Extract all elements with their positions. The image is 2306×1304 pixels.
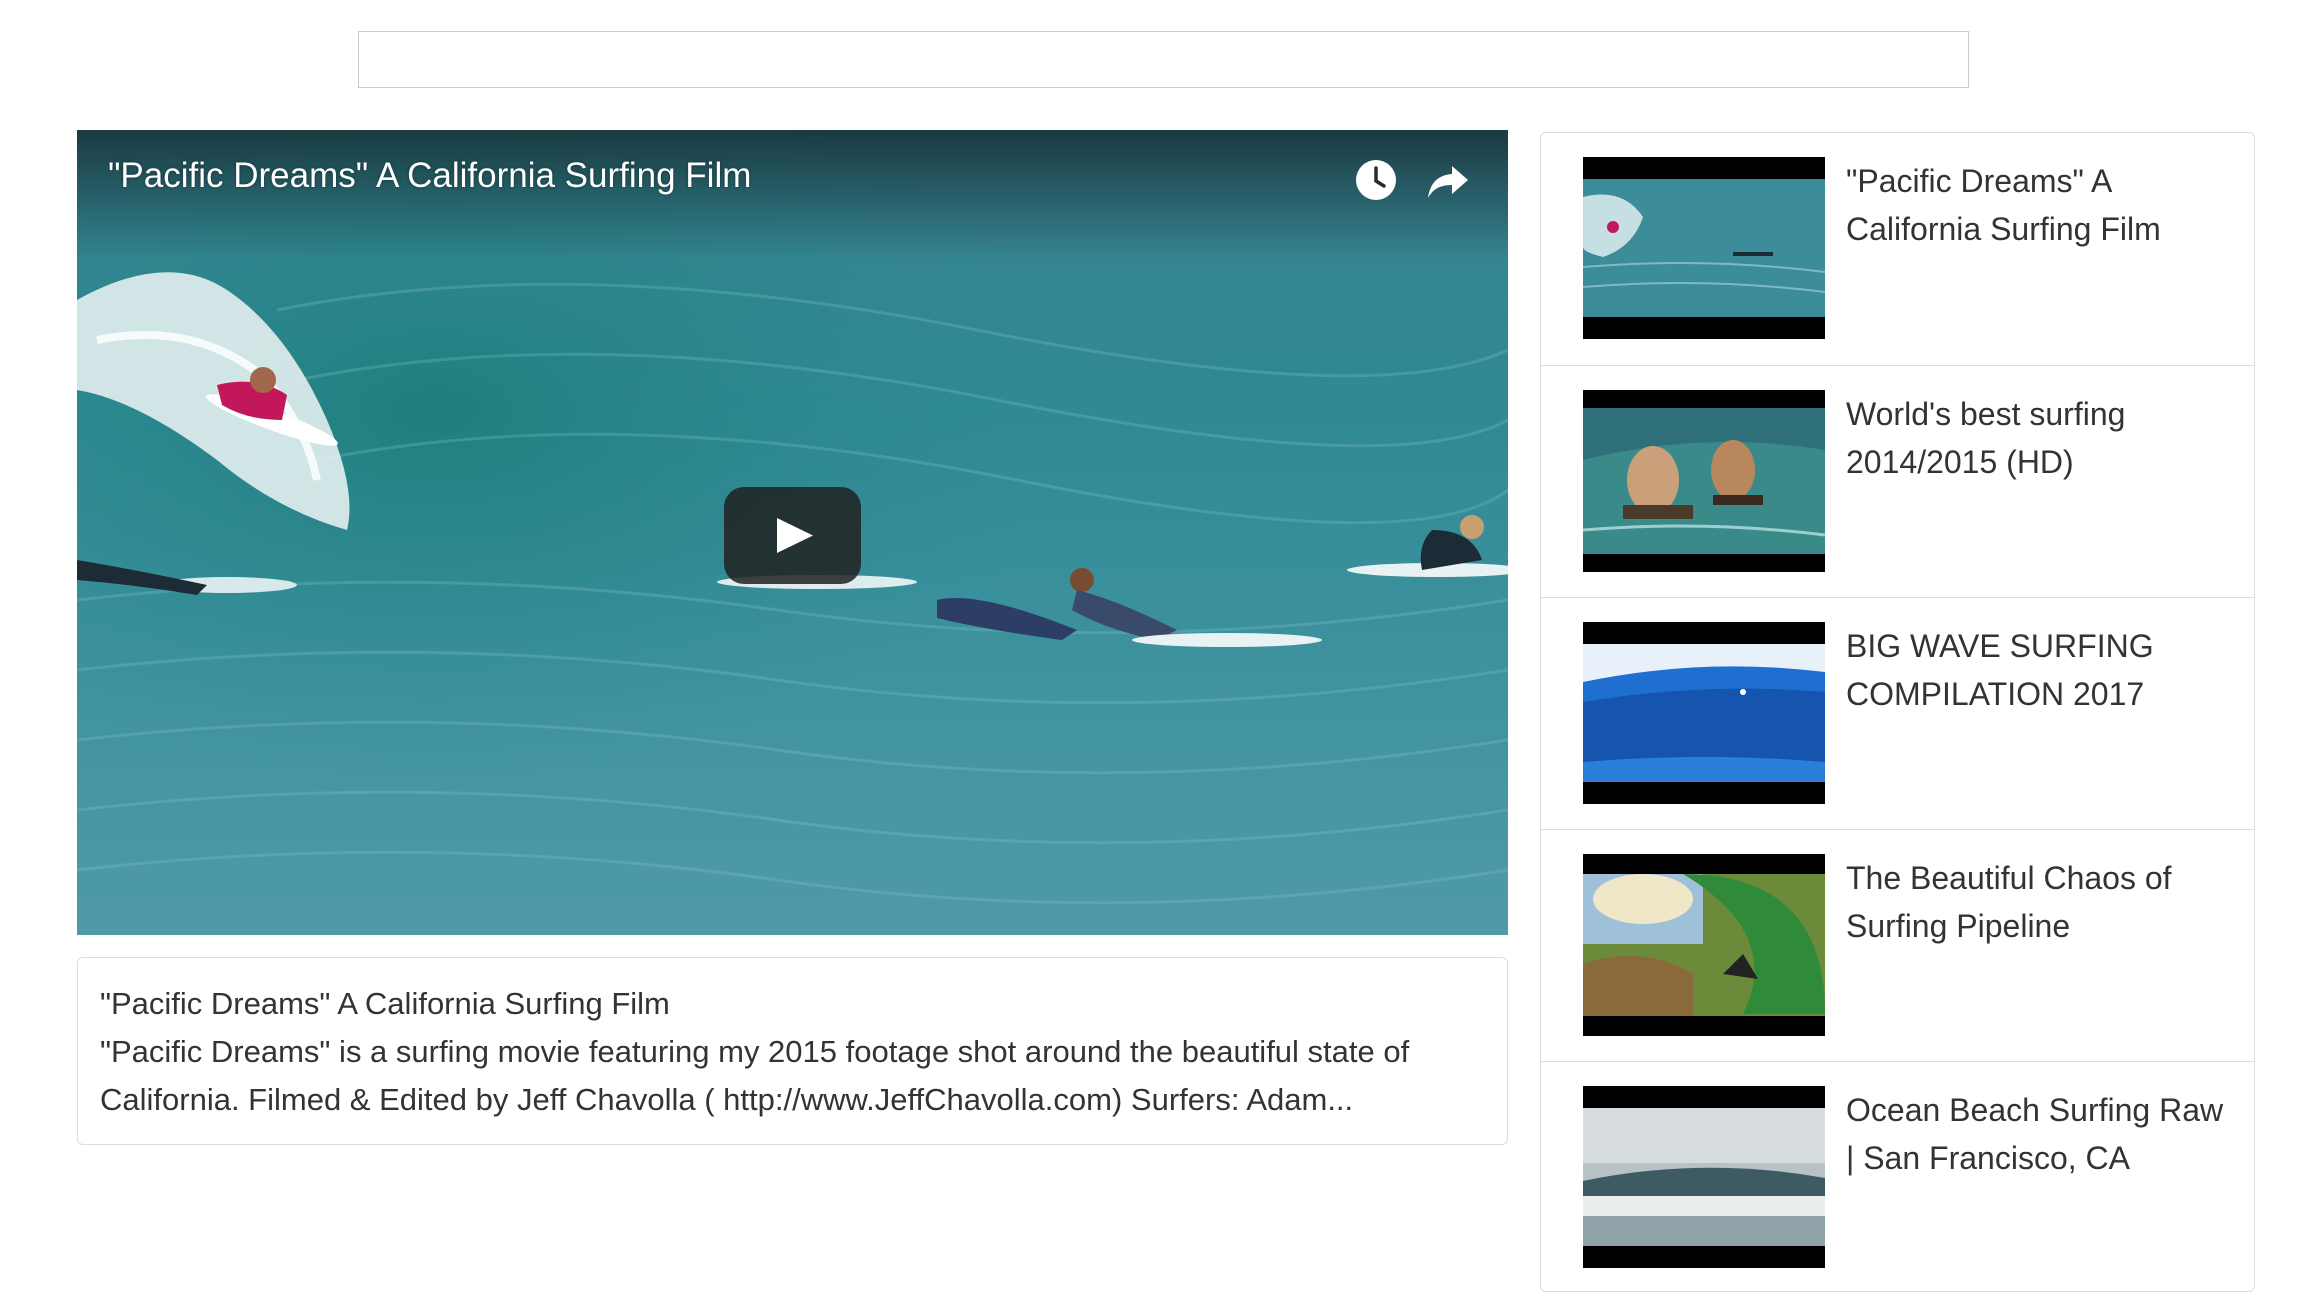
video-item-title[interactable]: BIG WAVE SURFING COMPILATION 2017 <box>1846 622 2226 718</box>
video-thumbnail[interactable] <box>1583 157 1825 339</box>
share-arrow-icon[interactable] <box>1424 156 1472 204</box>
video-thumbnail[interactable] <box>1583 390 1825 572</box>
play-icon <box>777 518 813 553</box>
video-thumbnail[interactable] <box>1583 854 1825 1036</box>
list-item[interactable]: "Pacific Dreams" A California Surfing Fi… <box>1541 133 2254 365</box>
video-player[interactable]: "Pacific Dreams" A California Surfing Fi… <box>77 130 1508 935</box>
play-button[interactable] <box>724 487 861 584</box>
video-item-title[interactable]: "Pacific Dreams" A California Surfing Fi… <box>1846 157 2226 253</box>
video-thumbnail[interactable] <box>1583 622 1825 804</box>
search-input[interactable] <box>358 31 1969 88</box>
video-thumbnail[interactable] <box>1583 1086 1825 1268</box>
list-item[interactable]: BIG WAVE SURFING COMPILATION 2017 <box>1541 597 2254 829</box>
clock-icon[interactable] <box>1352 156 1400 204</box>
video-item-title[interactable]: World's best surfing 2014/2015 (HD) <box>1846 390 2226 486</box>
video-item-title[interactable]: Ocean Beach Surfing Raw | San Francisco,… <box>1846 1086 2226 1182</box>
list-item[interactable]: Ocean Beach Surfing Raw | San Francisco,… <box>1541 1061 2254 1291</box>
video-description-panel: "Pacific Dreams" A California Surfing Fi… <box>77 957 1508 1145</box>
related-videos-list: "Pacific Dreams" A California Surfing Fi… <box>1540 132 2255 1292</box>
video-title[interactable]: "Pacific Dreams" A California Surfing Fi… <box>108 156 751 196</box>
list-item[interactable]: The Beautiful Chaos of Surfing Pipeline <box>1541 829 2254 1061</box>
description-title: "Pacific Dreams" A California Surfing Fi… <box>100 986 670 1021</box>
list-item[interactable]: World's best surfing 2014/2015 (HD) <box>1541 365 2254 597</box>
description-text: "Pacific Dreams" is a surfing movie feat… <box>100 1034 1410 1117</box>
video-item-title[interactable]: The Beautiful Chaos of Surfing Pipeline <box>1846 854 2226 950</box>
